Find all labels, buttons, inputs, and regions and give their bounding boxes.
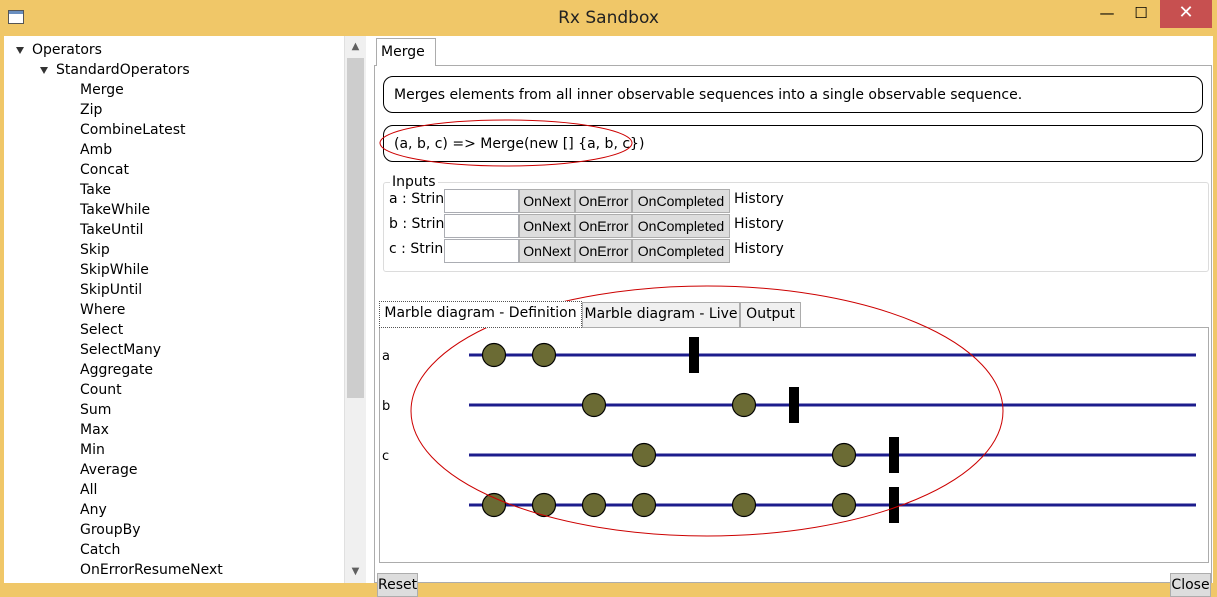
marble-row-label: a: [382, 349, 390, 364]
tree-item-skipuntil[interactable]: SkipUntil: [80, 280, 142, 300]
maximize-button[interactable]: ☐: [1124, 0, 1158, 28]
tree-item-any[interactable]: Any: [80, 500, 107, 520]
tree-node-label: StandardOperators: [56, 62, 190, 78]
marble-event: [631, 492, 657, 518]
onnext-button[interactable]: OnNext: [519, 189, 575, 213]
tree-scrollbar[interactable]: ▲ ▼: [344, 36, 366, 583]
tree-item-combinelatest[interactable]: CombineLatest: [80, 120, 186, 140]
expand-triangle-icon[interactable]: [40, 67, 48, 74]
tree-node-label: Operators: [32, 42, 102, 58]
value-input[interactable]: [444, 214, 519, 238]
marble-event: [731, 392, 757, 418]
operator-tree[interactable]: Operators StandardOperators Merge Zip Comb…: [4, 36, 344, 583]
tree-item-aggregate[interactable]: Aggregate: [80, 360, 153, 380]
tree-item-select[interactable]: Select: [80, 320, 123, 340]
input-label: c : String: [389, 241, 453, 257]
onnext-button[interactable]: OnNext: [519, 214, 575, 238]
history-link[interactable]: History: [734, 216, 784, 232]
inputs-group: Inputs a : String OnNext OnError OnComplete…: [383, 174, 1209, 272]
title-bar: Rx Sandbox — ☐ ✕: [0, 0, 1217, 36]
tree-item-skip[interactable]: Skip: [80, 240, 110, 260]
scrollbar-thumb[interactable]: [347, 58, 364, 398]
tree-item-max[interactable]: Max: [80, 420, 109, 440]
tree-item-average[interactable]: Average: [80, 460, 138, 480]
onerror-button[interactable]: OnError: [575, 189, 632, 213]
operator-expression: (a, b, c) => Merge(new [] {a, b, c}): [383, 125, 1203, 162]
tree-item-count[interactable]: Count: [80, 380, 122, 400]
history-link[interactable]: History: [734, 191, 784, 207]
tree-item-takewhile[interactable]: TakeWhile: [80, 200, 150, 220]
completion-marker: [889, 487, 899, 523]
marble-diagram-canvas: a b c: [382, 337, 1196, 523]
tab-marble-definition[interactable]: Marble diagram - Definition: [379, 301, 582, 328]
value-input[interactable]: [444, 239, 519, 263]
tree-item-skipwhile[interactable]: SkipWhile: [80, 260, 149, 280]
minimize-button[interactable]: —: [1090, 0, 1124, 28]
tree-item-all[interactable]: All: [80, 480, 97, 500]
tree-item-zip[interactable]: Zip: [80, 100, 102, 120]
marble-row-label: c: [382, 449, 389, 464]
scroll-up-icon[interactable]: ▲: [345, 38, 366, 56]
marble-event: [731, 492, 757, 518]
marble-diagram: a b c: [379, 327, 1209, 563]
marble-event: [531, 492, 557, 518]
tree-item-takeuntil[interactable]: TakeUntil: [80, 220, 143, 240]
completion-marker: [689, 337, 699, 373]
marble-event: [481, 492, 507, 518]
tree-item-amb[interactable]: Amb: [80, 140, 112, 160]
close-button[interactable]: Close: [1170, 573, 1211, 597]
marble-event: [581, 392, 607, 418]
inputs-legend: Inputs: [390, 174, 438, 190]
tree-item-merge[interactable]: Merge: [80, 80, 124, 100]
tree-item-where[interactable]: Where: [80, 300, 125, 320]
tree-item-sum[interactable]: Sum: [80, 400, 111, 420]
expand-triangle-icon[interactable]: [16, 47, 24, 54]
tree-item-catch[interactable]: Catch: [80, 540, 120, 560]
tree-item-concat[interactable]: Concat: [80, 160, 129, 180]
completion-marker: [789, 387, 799, 423]
marble-row-label: b: [382, 399, 390, 414]
window-title: Rx Sandbox: [558, 8, 659, 28]
marble-event: [831, 492, 857, 518]
completion-marker: [889, 437, 899, 473]
scroll-down-icon[interactable]: ▼: [345, 563, 366, 581]
client-area: Operators StandardOperators Merge Zip Comb…: [4, 36, 1213, 597]
oncompleted-button[interactable]: OnCompleted: [632, 214, 730, 238]
tab-marble-live[interactable]: Marble diagram - Live: [582, 302, 740, 327]
onerror-button[interactable]: OnError: [575, 239, 632, 263]
tab-merge[interactable]: Merge: [376, 38, 436, 66]
onerror-button[interactable]: OnError: [575, 214, 632, 238]
tree-item-min[interactable]: Min: [80, 440, 105, 460]
marble-event: [531, 342, 557, 368]
operator-panel: Merges elements from all inner observabl…: [374, 65, 1212, 597]
marble-event: [631, 442, 657, 468]
tree-item-take[interactable]: Take: [80, 180, 111, 200]
oncompleted-button[interactable]: OnCompleted: [632, 239, 730, 263]
operator-description: Merges elements from all inner observabl…: [383, 76, 1203, 113]
marble-event: [831, 442, 857, 468]
close-window-button[interactable]: ✕: [1160, 0, 1212, 28]
history-link[interactable]: History: [734, 241, 784, 257]
marble-event: [581, 492, 607, 518]
tree-item-onerrorresumenext[interactable]: OnErrorResumeNext: [80, 560, 223, 580]
marble-event: [481, 342, 507, 368]
tab-output[interactable]: Output: [740, 302, 801, 327]
value-input[interactable]: [444, 189, 519, 213]
oncompleted-button[interactable]: OnCompleted: [632, 189, 730, 213]
tree-item-groupby[interactable]: GroupBy: [80, 520, 141, 540]
onnext-button[interactable]: OnNext: [519, 239, 575, 263]
reset-button[interactable]: Reset: [377, 573, 418, 597]
tree-item-selectmany[interactable]: SelectMany: [80, 340, 161, 360]
